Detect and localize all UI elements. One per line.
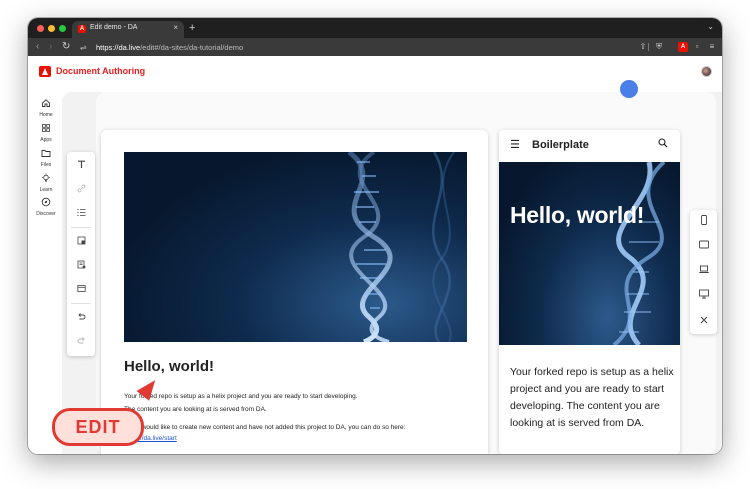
- close-icon[interactable]: [690, 309, 717, 333]
- library-icon[interactable]: [67, 256, 95, 276]
- background-ghost-dot: [620, 80, 638, 98]
- avatar[interactable]: [701, 66, 712, 77]
- preview-hero-title: Hello, world!: [510, 202, 645, 228]
- device-switcher: [690, 210, 717, 334]
- url-text: https://da.live/edit#/da-sites/da-tutori…: [96, 43, 244, 52]
- share-icon[interactable]: ⇧: [638, 42, 648, 52]
- hamburger-menu-icon[interactable]: ☰: [510, 140, 520, 151]
- preview-header: ☰ Boilerplate: [499, 130, 680, 160]
- browser-toolbar: ‹ › ↻ ⇌ https://da.live/edit#/da-sites/d…: [28, 38, 722, 56]
- editor-toolbar: [67, 152, 95, 356]
- browser-tab[interactable]: A Edit demo - DA ×: [72, 21, 184, 38]
- close-window-button[interactable]: [37, 25, 44, 32]
- section-icon[interactable]: [67, 280, 95, 300]
- tab-bar: A Edit demo - DA × + ⌄: [28, 18, 722, 38]
- folder-icon: [40, 148, 52, 160]
- toolbar-separator: [71, 303, 91, 304]
- shield-icon[interactable]: ⛨: [654, 42, 664, 52]
- editor-paragraph-3[interactable]: If you would like to create new content …: [124, 424, 405, 431]
- nav-item-learn[interactable]: Learn: [28, 173, 64, 193]
- laptop-icon[interactable]: [690, 259, 717, 283]
- nav-label-discover: Discover: [36, 211, 56, 217]
- site-settings-icon[interactable]: ⇌: [80, 41, 87, 54]
- mobile-icon[interactable]: [690, 210, 717, 234]
- search-icon[interactable]: [658, 138, 668, 151]
- home-icon: [40, 98, 52, 110]
- page-preview: ☰ Boilerplate Hello, world! Your forked …: [499, 130, 680, 454]
- nav-item-apps[interactable]: Apps: [28, 123, 64, 143]
- nav-label-files: Files: [40, 162, 52, 168]
- block-icon[interactable]: [67, 232, 95, 252]
- preview-brand: Boilerplate: [532, 139, 589, 151]
- tablet-icon[interactable]: [690, 234, 717, 258]
- nav-item-discover[interactable]: Discover: [28, 197, 64, 217]
- preview-body-text: Your forked repo is setup as a helix pro…: [510, 366, 674, 429]
- toolbar-divider: [648, 43, 649, 51]
- tab-close-icon[interactable]: ×: [173, 23, 178, 32]
- nav-item-home[interactable]: Home: [28, 98, 64, 118]
- dna-hero-image: [124, 152, 467, 342]
- desktop-icon[interactable]: [690, 284, 717, 308]
- da-app: Document Authoring Home Apps Files Learn…: [28, 56, 722, 454]
- extensions-icon[interactable]: ▫: [692, 42, 702, 52]
- undo-icon[interactable]: [67, 308, 95, 328]
- editor-paragraph-2[interactable]: The content you are looking at is served…: [124, 406, 267, 413]
- edit-badge: EDIT: [52, 408, 144, 446]
- toolbar-separator: [71, 227, 91, 228]
- nav-label-apps: Apps: [40, 137, 52, 143]
- back-icon[interactable]: ‹: [36, 40, 39, 54]
- reload-icon[interactable]: ↻: [62, 40, 70, 54]
- nav-item-files[interactable]: Files: [28, 148, 64, 168]
- forward-icon[interactable]: ›: [49, 40, 52, 54]
- tab-title: Edit demo - DA: [90, 24, 138, 31]
- adobe-logo-icon: [39, 66, 51, 77]
- editor-heading[interactable]: Hello, world!: [124, 358, 214, 375]
- nav-label-home: Home: [39, 112, 53, 118]
- preview-hero-image: Hello, world!: [499, 162, 680, 345]
- browser-window: A Edit demo - DA × + ⌄ ‹ › ↻ ⇌ https://d…: [28, 18, 722, 454]
- editor-paragraph-1[interactable]: Your forked repo is setup as a helix pro…: [124, 393, 358, 400]
- compass-icon: [40, 197, 52, 209]
- adobe-favicon-icon: A: [78, 25, 86, 33]
- list-icon[interactable]: [67, 204, 95, 224]
- menu-icon[interactable]: ≡: [707, 42, 717, 52]
- nav-label-learn: Learn: [39, 187, 53, 193]
- app-title[interactable]: Document Authoring: [56, 66, 145, 76]
- redo-icon[interactable]: [67, 332, 95, 352]
- link-icon[interactable]: [67, 180, 95, 200]
- new-tab-button[interactable]: +: [189, 21, 195, 35]
- lightbulb-icon: [40, 173, 52, 185]
- edit-badge-label: EDIT: [75, 417, 121, 437]
- minimize-window-button[interactable]: [48, 25, 55, 32]
- zoom-window-button[interactable]: [59, 25, 66, 32]
- document-editor[interactable]: Hello, world! Your forked repo is setup …: [101, 130, 488, 454]
- adobe-extension-icon[interactable]: A: [678, 42, 688, 52]
- app-header: Document Authoring: [28, 56, 722, 86]
- tab-list-chevron-icon[interactable]: ⌄: [707, 22, 714, 31]
- address-bar[interactable]: ⇌ https://da.live/edit#/da-sites/da-tuto…: [78, 41, 638, 54]
- text-icon[interactable]: [67, 156, 95, 176]
- apps-icon: [40, 123, 52, 135]
